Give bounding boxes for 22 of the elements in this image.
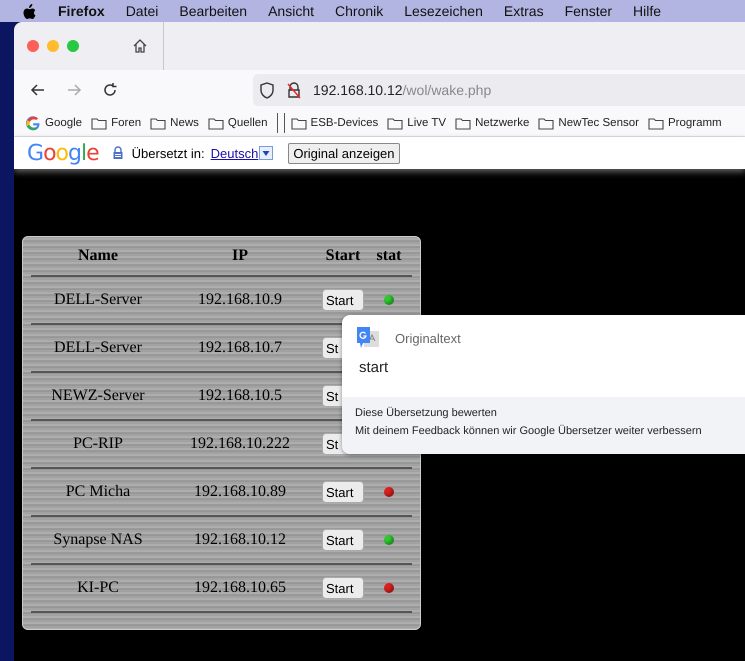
original-text: start <box>359 359 390 376</box>
google-logo: Google <box>27 140 99 166</box>
device-name: Synapse NAS <box>52 531 144 549</box>
device-name: DELL-Server <box>53 339 143 357</box>
ip-address: 192.168.10.9 <box>197 291 283 309</box>
column-header: stat <box>376 247 402 265</box>
device-name: PC-RIP <box>72 435 124 453</box>
ip-address: 192.168.10.89 <box>193 483 287 501</box>
ip-address: 192.168.10.7 <box>197 339 283 357</box>
ip-address: 192.168.10.12 <box>193 531 287 549</box>
popup-title: Originaltext <box>395 330 461 346</box>
column-header: Start <box>324 247 362 265</box>
column-header: IP <box>231 247 249 265</box>
device-name: DELL-Server <box>53 291 143 309</box>
ip-address: 192.168.10.222 <box>189 435 291 453</box>
translate-label: Übersetzt in: <box>132 146 205 160</box>
column-header: Name <box>77 247 119 265</box>
device-name: PC Micha <box>64 483 132 501</box>
ip-address: 192.168.10.65 <box>193 579 287 597</box>
ip-address: 192.168.10.5 <box>197 387 283 405</box>
device-name: KI-PC <box>76 579 120 597</box>
device-name: NEWZ-Server <box>50 387 146 405</box>
